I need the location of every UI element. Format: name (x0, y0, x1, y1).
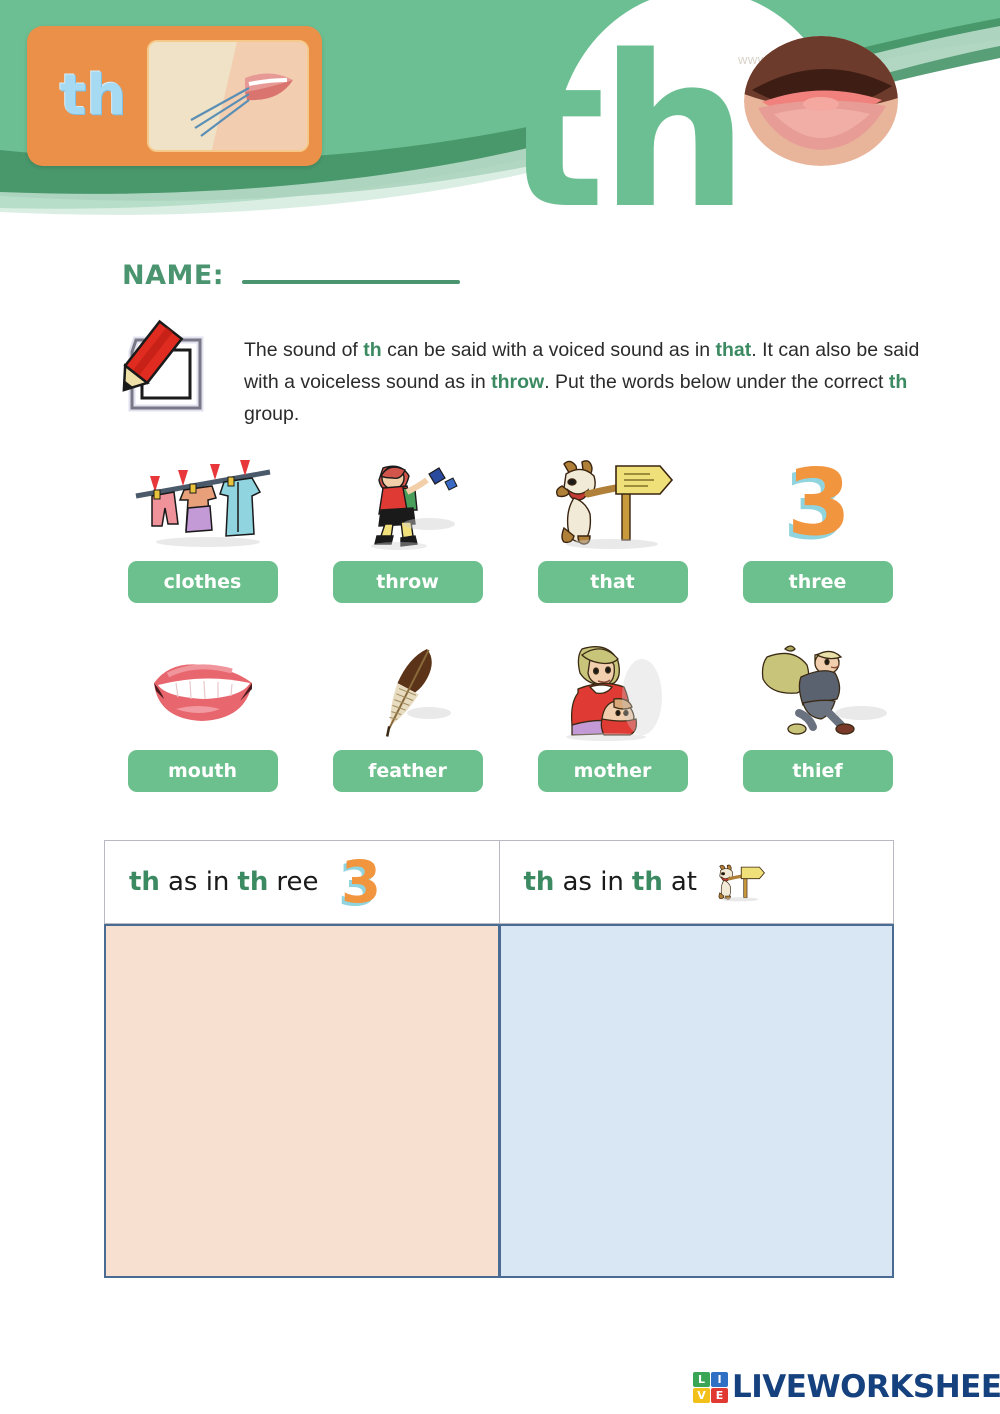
svg-text:3: 3 (341, 851, 381, 913)
name-label: NAME: (122, 260, 225, 291)
header-word-rest: ree (276, 867, 319, 897)
header-middle: as in (562, 867, 624, 897)
instruction-block: The sound of th can be said with a voice… (110, 312, 920, 430)
header-middle: as in (167, 867, 230, 897)
word-item-that: that (510, 452, 715, 603)
orange-numeral-three-image: 3 3 (743, 452, 893, 552)
word-bank-row-2: mouth feather mother thief (100, 641, 920, 792)
header-word-rest: at (670, 867, 697, 897)
liveworksheets-logo[interactable]: L I V E LIVEWORKSHEETS (693, 1369, 1000, 1405)
word-item-feather: feather (305, 641, 510, 792)
header-banner: th th www.k (0, 0, 1000, 232)
word-bank: clothes throw that 3 3 three mouth feath… (100, 452, 920, 792)
logo-wordmark: LIVEWORKSHEETS (732, 1369, 1000, 1405)
logo-tile-e: E (711, 1387, 728, 1403)
sorting-table: th as in th ree 3 3 th as in th at (104, 840, 894, 1278)
instruction-text: The sound of th can be said with a voice… (244, 312, 920, 430)
dog-pointing-at-signpost-image (538, 452, 688, 552)
orange-numeral-three-image: 3 3 (330, 851, 392, 913)
open-lips-photo (744, 36, 898, 166)
instruction-seg-6: . Put the words below under the correct (544, 371, 889, 393)
name-field-row: NAME: (122, 260, 461, 291)
word-chip[interactable]: throw (332, 561, 483, 603)
word-item-three: 3 3 three (715, 452, 920, 603)
svg-text:3: 3 (786, 452, 850, 552)
column-header-that: th as in th at (499, 840, 894, 924)
instruction-seg-3: that (715, 339, 752, 361)
column-header-three: th as in th ree 3 3 (104, 840, 500, 924)
logo-tile-l: L (693, 1371, 710, 1387)
clothesline-with-clothes-image (128, 452, 278, 552)
word-chip[interactable]: mouth (127, 750, 278, 792)
word-chip[interactable]: clothes (127, 561, 278, 603)
mouth-blowing-air-photo (147, 40, 309, 152)
drop-zone-three[interactable] (104, 924, 500, 1278)
header-th-prefix: th (129, 867, 160, 897)
pencil-writing-icon (110, 312, 222, 416)
name-input-line[interactable] (242, 280, 461, 284)
header-th-prefix: th (523, 867, 555, 897)
word-chip[interactable]: mother (537, 750, 688, 792)
instruction-seg-2: can be said with a voiced sound as in (381, 339, 716, 361)
brown-feather-quill-image (333, 641, 483, 741)
logo-tile-i: I (711, 1371, 728, 1387)
drop-zone-that[interactable] (499, 924, 894, 1278)
word-bank-row-1: clothes throw that 3 3 three (100, 452, 920, 603)
mother-holding-baby-image (538, 641, 688, 741)
word-chip[interactable]: that (537, 561, 688, 603)
sorting-table-body (104, 924, 894, 1278)
word-chip[interactable]: feather (332, 750, 483, 792)
header-word-th: th (237, 867, 269, 897)
word-item-clothes: clothes (100, 452, 305, 603)
instruction-seg-0: The sound of (244, 339, 364, 361)
sorting-table-header-row: th as in th ree 3 3 th as in th at (104, 840, 894, 924)
th-card-letters: th (59, 63, 127, 128)
th-flashcard: th (27, 26, 322, 166)
word-item-mother: mother (510, 641, 715, 792)
pink-smiling-mouth-image (128, 641, 278, 741)
thief-carrying-sack-image (743, 641, 893, 741)
header-word-th: th (631, 867, 663, 897)
girl-throwing-image (333, 452, 483, 552)
instruction-seg-8: group. (244, 403, 300, 425)
logo-tiles: L I V E (693, 1371, 728, 1403)
word-chip[interactable]: thief (742, 750, 893, 792)
logo-tile-v: V (693, 1387, 710, 1403)
worksheet-page: th th www.k NAME: The sound of th can be… (0, 0, 1000, 1414)
word-item-mouth: mouth (100, 641, 305, 792)
instruction-seg-7: th (888, 371, 908, 393)
instruction-seg-1: th (363, 339, 382, 361)
dog-pointing-at-signpost-image (709, 851, 771, 913)
word-item-throw: throw (305, 452, 510, 603)
word-chip[interactable]: three (742, 561, 893, 603)
word-item-thief: thief (715, 641, 920, 792)
header-big-th: th (505, 10, 749, 233)
instruction-seg-5: throw (491, 371, 545, 393)
